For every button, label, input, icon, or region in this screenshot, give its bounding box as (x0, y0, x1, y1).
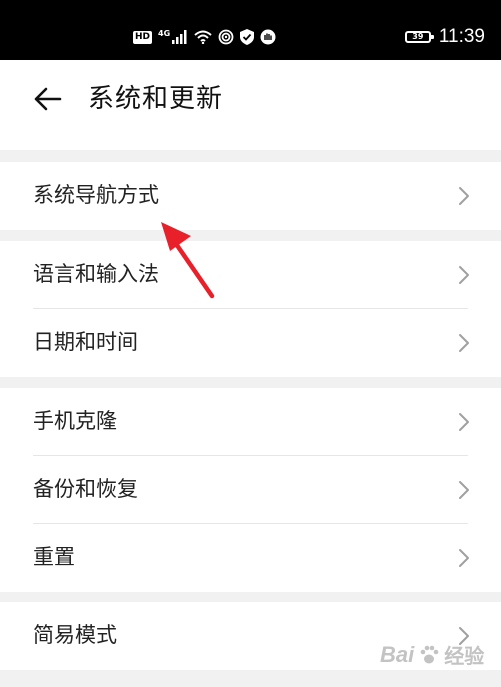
network-type: 4G (158, 28, 171, 38)
settings-item-label: 重置 (33, 545, 75, 569)
battery-icon: 39 (404, 31, 434, 43)
settings-item-label: 语言和输入法 (33, 262, 159, 286)
settings-group-1: 系统导航方式 (0, 162, 501, 230)
watermark-cn: 经验 (444, 646, 485, 668)
watermark-brand: Bai (380, 641, 415, 667)
chevron-right-icon (459, 481, 469, 499)
wifi-icon (194, 30, 212, 44)
hotspot-icon (218, 29, 234, 45)
header: 系统和更新 (0, 60, 501, 150)
settings-item-backup-restore[interactable]: 备份和恢复 (0, 456, 501, 524)
chevron-right-icon (459, 413, 469, 431)
hd-badge: HD (133, 30, 153, 44)
chevron-right-icon (459, 187, 469, 205)
settings-item-label: 系统导航方式 (33, 183, 159, 207)
status-bar: HD 4G 39 11:39 (0, 0, 501, 60)
settings-group-3: 手机克隆 备份和恢复 重置 (0, 388, 501, 592)
chevron-right-icon (459, 549, 469, 567)
settings-item-label: 备份和恢复 (33, 477, 138, 501)
arrow-left-icon[interactable] (32, 83, 64, 115)
settings-item-label: 手机克隆 (33, 409, 117, 433)
status-icons: HD 4G (133, 27, 276, 47)
clock: 11:39 (438, 26, 485, 47)
paw-icon (420, 645, 439, 663)
shield-icon (240, 29, 255, 45)
settings-item-label: 简易模式 (33, 623, 117, 647)
chevron-right-icon (459, 266, 469, 284)
settings-item-date-time[interactable]: 日期和时间 (0, 309, 501, 377)
baidu-watermark: Bai 经验 (380, 632, 490, 677)
settings-item-phone-clone[interactable]: 手机克隆 (0, 388, 501, 456)
settings-item-reset[interactable]: 重置 (0, 524, 501, 592)
signal-icon (172, 30, 187, 44)
status-right: 39 11:39 (404, 26, 485, 48)
settings-group-2: 语言和输入法 日期和时间 (0, 241, 501, 377)
settings-item-language-input[interactable]: 语言和输入法 (0, 241, 501, 309)
settings-item-system-navigation[interactable]: 系统导航方式 (0, 162, 501, 230)
chevron-right-icon (459, 334, 469, 352)
settings-item-label: 日期和时间 (33, 330, 138, 354)
page-title: 系统和更新 (88, 84, 224, 114)
battery-level: 39 (412, 32, 424, 41)
hand-shield-icon (260, 29, 276, 45)
